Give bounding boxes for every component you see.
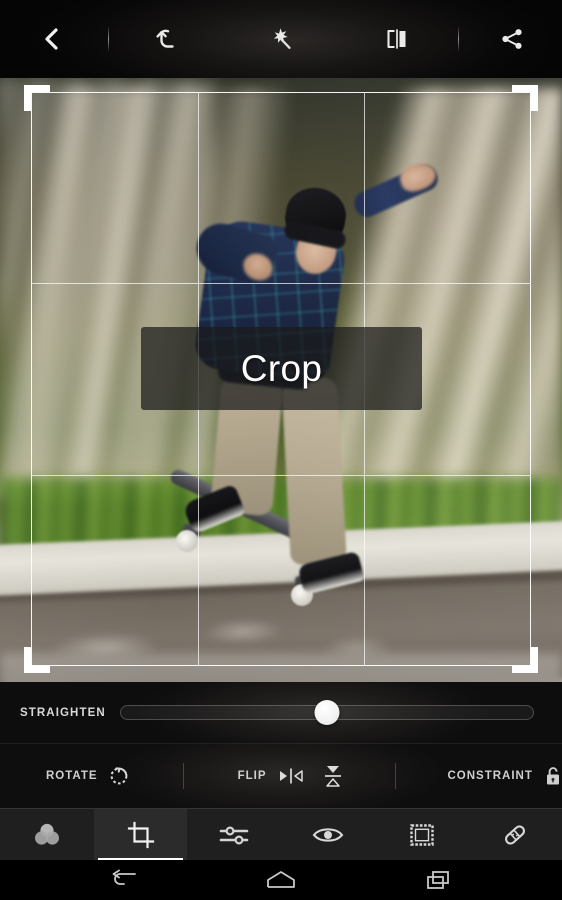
straighten-label: STRAIGHTEN xyxy=(20,706,106,719)
transform-tools-row: ROTATE FLIP CONSTRAINT xyxy=(0,744,562,808)
tab-adjustments[interactable] xyxy=(187,809,281,860)
transform-divider-2 xyxy=(394,763,396,789)
top-toolbar xyxy=(0,0,562,78)
flip-horizontal-icon[interactable] xyxy=(278,767,304,785)
flip-vertical-icon[interactable] xyxy=(323,763,343,789)
photo-editor-app: Crop STRAIGHTEN ROTATE FLIP CONSTRAINT xyxy=(0,0,562,900)
crop-handle-top-left[interactable] xyxy=(24,85,50,111)
tab-looks[interactable] xyxy=(0,809,94,860)
tab-crop[interactable] xyxy=(93,809,188,860)
bandage-spot-heal-icon xyxy=(505,824,526,845)
constraint-tool[interactable]: CONSTRAINT xyxy=(448,765,562,787)
rotate-tool[interactable]: ROTATE xyxy=(46,766,129,786)
recents-icon xyxy=(427,871,449,889)
magic-wand-icon xyxy=(273,28,291,49)
before-after-compare-icon xyxy=(387,29,406,49)
share-icon xyxy=(502,29,522,49)
android-back-button[interactable] xyxy=(99,863,147,897)
sliders-icon xyxy=(219,825,249,845)
flip-tool[interactable]: FLIP xyxy=(238,763,343,789)
share-button[interactable] xyxy=(462,0,562,78)
back-button[interactable] xyxy=(0,0,104,78)
editor-tab-bar xyxy=(0,808,562,860)
android-recents-button[interactable] xyxy=(415,863,463,897)
three-circles-looks-icon xyxy=(34,823,59,845)
tab-borders[interactable] xyxy=(375,809,469,860)
unlocked-padlock-icon xyxy=(546,767,559,785)
tab-redeye[interactable] xyxy=(281,809,375,860)
android-home-button[interactable] xyxy=(257,863,305,897)
mode-label-text: Crop xyxy=(240,347,323,389)
straighten-slider-thumb[interactable] xyxy=(314,700,340,725)
crop-handle-bottom-right[interactable] xyxy=(512,647,538,673)
tab-blemish[interactable] xyxy=(468,809,562,860)
android-navigation-bar xyxy=(0,860,562,900)
undo-button[interactable] xyxy=(112,0,224,78)
undo-icon xyxy=(156,29,174,48)
straighten-row: STRAIGHTEN xyxy=(0,682,562,744)
crop-handle-bottom-left[interactable] xyxy=(24,647,50,673)
mode-label-overlay: Crop xyxy=(141,327,422,410)
toolbar-divider-1 xyxy=(104,0,112,78)
transform-divider-1 xyxy=(182,763,184,789)
frame-border-icon xyxy=(409,823,434,846)
back-arrow-icon xyxy=(112,869,136,885)
eye-icon xyxy=(312,827,344,842)
crop-icon xyxy=(127,821,154,848)
compare-button[interactable] xyxy=(340,0,454,78)
chevron-left-icon xyxy=(45,28,58,50)
straighten-slider[interactable] xyxy=(120,698,534,728)
rotate-label: ROTATE xyxy=(46,770,98,782)
constraint-label: CONSTRAINT xyxy=(447,770,533,782)
rotate-clockwise-icon xyxy=(110,767,127,785)
toolbar-divider-2 xyxy=(454,0,462,78)
auto-enhance-button[interactable] xyxy=(224,0,340,78)
crop-handle-top-right[interactable] xyxy=(512,85,538,111)
home-icon xyxy=(267,871,295,888)
flip-label: FLIP xyxy=(237,770,267,782)
